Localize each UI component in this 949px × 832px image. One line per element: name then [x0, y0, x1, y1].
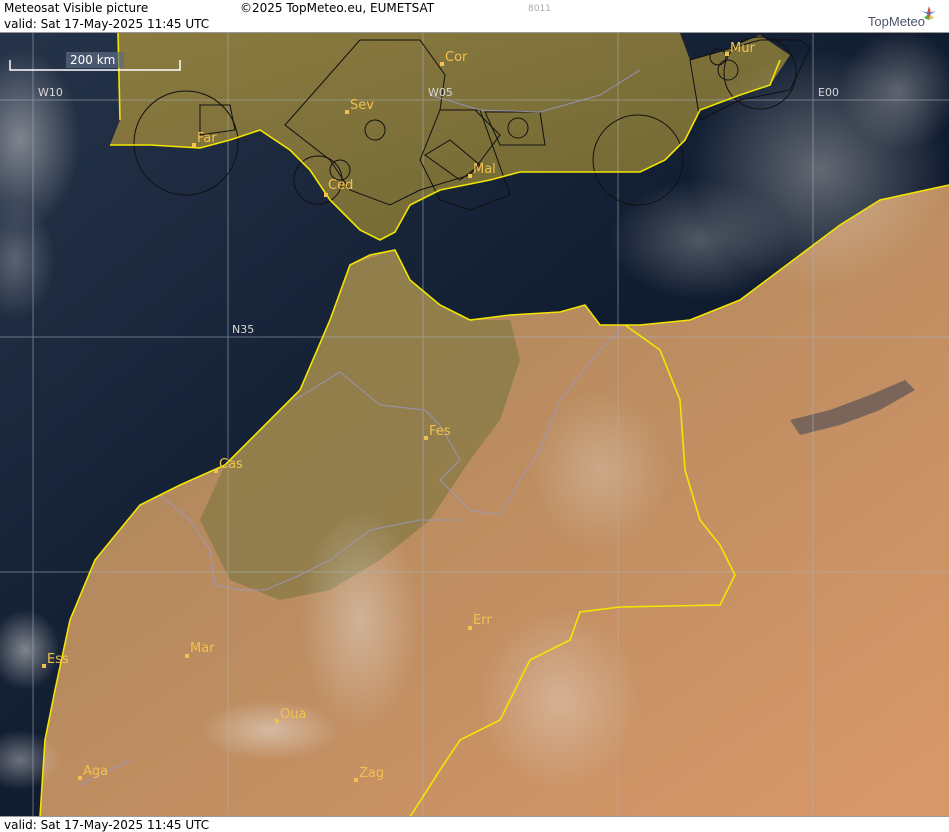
city-label-err: Err — [473, 613, 492, 628]
city-label-mur: Mur — [730, 41, 755, 56]
grid-label-w10: W10 — [38, 86, 63, 99]
city-label-mar: Mar — [190, 641, 215, 656]
city-label-ced: Ced — [328, 178, 353, 193]
city-label-cas: Cas — [219, 457, 243, 472]
grid-label-w05: W05 — [428, 86, 453, 99]
footer-bar: valid: Sat 17-May-2025 11:45 UTC — [0, 816, 949, 832]
header-bar: Meteosat Visible picture valid: Sat 17-M… — [0, 0, 949, 33]
footer-valid-time: valid: Sat 17-May-2025 11:45 UTC — [4, 818, 210, 832]
image-code: 8011 — [528, 4, 551, 14]
city-label-ess: Ess — [47, 652, 69, 667]
satellite-map-page: { "header": { "title": "Meteosat Visible… — [0, 0, 949, 832]
grid-label-n35: N35 — [232, 323, 254, 336]
scale-label: 200 km — [70, 53, 115, 67]
city-label-zag: Zag — [359, 766, 384, 781]
satellite-image: 200 km W10 W05 E00 N35 Cor Mur Sev Far C… — [0, 33, 949, 817]
city-label-cor: Cor — [445, 50, 468, 65]
city-label-sev: Sev — [350, 98, 374, 113]
valid-time: valid: Sat 17-May-2025 11:45 UTC — [4, 17, 210, 31]
city-label-aga: Aga — [83, 764, 108, 779]
city-label-fes: Fes — [429, 424, 451, 439]
grid-label-e00: E00 — [818, 86, 839, 99]
city-label-far: Far — [197, 131, 217, 146]
city-label-oua: Oua — [280, 707, 306, 722]
city-label-mal: Mal — [473, 162, 496, 177]
copyright-text: ©2025 TopMeteo.eu, EUMETSAT — [240, 1, 435, 15]
map-title: Meteosat Visible picture — [4, 1, 149, 15]
logo-text: TopMeteo — [867, 14, 925, 29]
